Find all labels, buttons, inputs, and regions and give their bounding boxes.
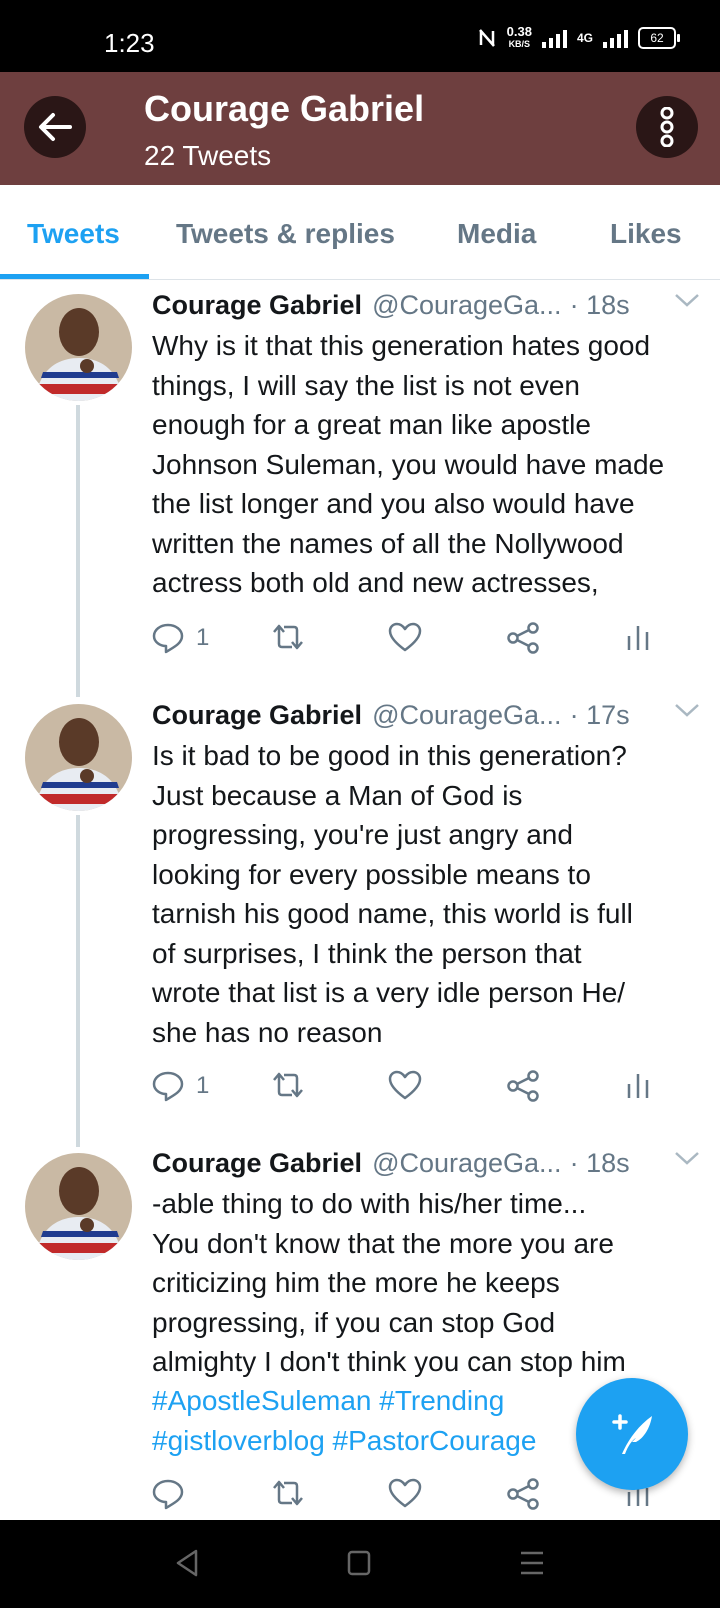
tweet-header: Courage Gabriel @CourageGa... · 17s <box>152 700 700 731</box>
menu-lines-icon <box>521 1551 543 1575</box>
analytics-button[interactable] <box>626 622 650 652</box>
reply-icon <box>152 623 184 654</box>
reply-button[interactable]: 1 <box>152 622 209 654</box>
battery-icon: 62 <box>638 27 680 49</box>
share-button[interactable] <box>506 1478 540 1510</box>
share-icon <box>507 1478 539 1510</box>
reply-icon <box>152 1071 184 1102</box>
tweet-header: Courage Gabriel @CourageGa... · 18s <box>152 290 700 321</box>
heart-icon <box>388 1070 422 1100</box>
more-vertical-icon <box>660 107 674 147</box>
tweet-count: 22 Tweets <box>144 140 272 171</box>
tweet-header: Courage Gabriel @CourageGa... · 18s <box>152 1148 700 1179</box>
battery-level: 62 <box>650 31 664 45</box>
tweet-time: · 17s <box>569 700 630 730</box>
tab-tweets-replies[interactable]: Tweets & replies <box>176 218 395 250</box>
like-button[interactable] <box>388 1478 422 1508</box>
back-button[interactable] <box>24 96 86 158</box>
analytics-icon <box>627 1074 649 1098</box>
speed-unit: KB/S <box>508 39 531 49</box>
chevron-down-icon[interactable] <box>674 1150 700 1166</box>
network-speed: 0.38 KB/S <box>506 24 532 50</box>
reply-count: 1 <box>196 624 210 651</box>
retweet-icon <box>273 1072 303 1098</box>
chevron-down-icon[interactable] <box>674 702 700 718</box>
tweet-time: · 18s <box>569 1148 630 1178</box>
tweet-text: -able thing to do with his/her time... Y… <box>152 1188 626 1377</box>
tweet-actions: 1 <box>152 1070 672 1110</box>
reply-button[interactable] <box>152 1478 184 1510</box>
tweet-actions: 1 <box>152 622 672 662</box>
nav-back-button[interactable] <box>174 1548 200 1583</box>
status-time: 1:23 <box>104 28 155 58</box>
author-handle[interactable]: @CourageGa... <box>372 1148 562 1179</box>
tab-tweets[interactable]: Tweets <box>27 218 120 250</box>
share-button[interactable] <box>506 1070 540 1102</box>
reply-button[interactable]: 1 <box>152 1070 209 1102</box>
author-handle[interactable]: @CourageGa... <box>372 700 562 731</box>
retweet-button[interactable] <box>270 1070 306 1100</box>
network-type: 4G <box>576 31 593 45</box>
tweet-text: Why is it that this generation hates goo… <box>152 330 665 598</box>
thread-connector <box>76 405 80 697</box>
author-name[interactable]: Courage Gabriel <box>152 700 362 731</box>
status-bar: 1:23 0.38 KB/S 4G 62 <box>0 0 720 72</box>
author-handle[interactable]: @CourageGa... <box>372 290 562 321</box>
triangle-back-icon <box>176 1549 198 1577</box>
avatar[interactable] <box>25 1153 132 1260</box>
status-icons: 0.38 KB/S 4G 62 <box>477 24 680 50</box>
retweet-button[interactable] <box>270 622 306 652</box>
compose-tweet-button[interactable] <box>576 1378 688 1490</box>
tweet-actions <box>152 1478 672 1518</box>
tweet-text: Is it bad to be good in this generation?… <box>152 740 633 1048</box>
retweet-icon <box>273 1480 303 1506</box>
avatar[interactable] <box>25 704 132 811</box>
speed-value: 0.38 <box>506 24 532 39</box>
retweet-icon <box>273 624 303 650</box>
system-navigation-bar <box>0 1520 720 1608</box>
like-button[interactable] <box>388 622 422 652</box>
signal-icon <box>541 28 567 48</box>
more-options-button[interactable] <box>636 96 698 158</box>
heart-icon <box>388 622 422 652</box>
profile-header: Courage Gabriel 22 Tweets <box>0 72 720 185</box>
profile-tabs: Tweets Tweets & replies Media Likes <box>0 185 720 280</box>
nfc-icon <box>478 29 495 47</box>
thread-connector <box>76 815 80 1147</box>
reply-count: 1 <box>196 1072 210 1099</box>
share-button[interactable] <box>506 622 540 654</box>
square-home-icon <box>347 1550 371 1576</box>
heart-icon <box>388 1478 422 1508</box>
tab-likes[interactable]: Likes <box>610 218 682 250</box>
signal-icon-2 <box>603 28 628 48</box>
page-title: Courage Gabriel <box>144 88 425 129</box>
like-button[interactable] <box>388 1070 422 1100</box>
retweet-button[interactable] <box>270 1478 306 1508</box>
arrow-left-icon <box>39 113 72 141</box>
analytics-button[interactable] <box>626 1070 650 1100</box>
author-name[interactable]: Courage Gabriel <box>152 290 362 321</box>
author-name[interactable]: Courage Gabriel <box>152 1148 362 1179</box>
nav-menu-button[interactable] <box>518 1548 546 1583</box>
nav-home-button[interactable] <box>346 1548 372 1583</box>
share-icon <box>507 1070 539 1102</box>
avatar[interactable] <box>25 294 132 401</box>
analytics-icon <box>627 626 649 650</box>
tweet-time: · 18s <box>569 290 630 320</box>
share-icon <box>507 622 539 654</box>
tab-media[interactable]: Media <box>457 218 536 250</box>
chevron-down-icon[interactable] <box>674 292 700 308</box>
reply-icon <box>152 1479 184 1510</box>
active-tab-indicator <box>0 274 149 279</box>
compose-tweet-icon <box>612 1414 652 1454</box>
